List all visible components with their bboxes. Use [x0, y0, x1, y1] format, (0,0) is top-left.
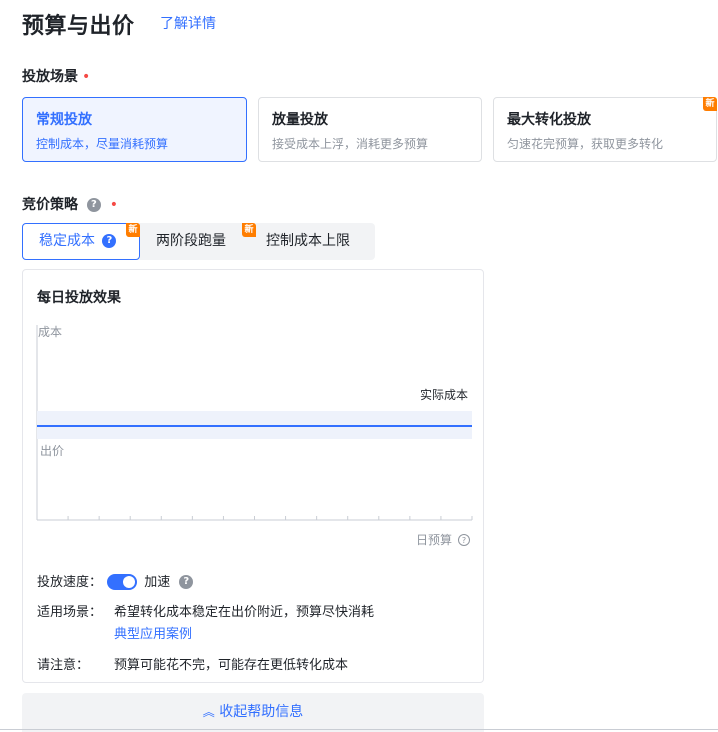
tab-label: 控制成本上限 [266, 233, 350, 249]
case-link[interactable]: 典型应用案例 [114, 623, 192, 642]
scene-card-title: 常规投放 [36, 112, 92, 128]
learn-more-link[interactable]: 了解详情 [160, 13, 216, 33]
tab-label: 两阶段跑量 [156, 233, 226, 249]
speed-row: 投放速度： 加速 ? [37, 571, 194, 590]
scene-card-desc: 匀速花完预算，获取更多转化 [507, 137, 664, 151]
chevron-double-up-icon: ︽ [202, 705, 215, 719]
speed-toggle[interactable] [107, 573, 138, 590]
required-mark: • [109, 197, 119, 213]
scene-card-desc: 接受成本上浮，消耗更多预算 [272, 137, 429, 151]
question-icon[interactable]: ? [86, 198, 101, 212]
notice-label: 请注意： [37, 658, 90, 673]
collapse-label: 收起帮助信息 [219, 704, 304, 720]
effect-chart: 成本 实际成本 出价 日预算 ? [36, 325, 473, 547]
question-icon[interactable]: ? [458, 534, 470, 546]
page-title: 预算与出价 [22, 14, 135, 39]
notice-text: 预算可能花不完，可能存在更低转化成本 [114, 658, 349, 673]
tab-label: 稳定成本 [39, 233, 95, 249]
new-badge: 新 [703, 97, 717, 111]
bottom-divider [0, 729, 718, 730]
new-badge: 新 [242, 223, 256, 237]
required-mark: • [82, 69, 91, 85]
scenario-text: 希望转化成本稳定在出价附近，预算尽快消耗 [114, 605, 375, 620]
scenario-label: 适用场景： [37, 605, 103, 620]
panel-title: 每日投放效果 [37, 290, 121, 306]
strategy-label: 竞价策略 ? • [22, 197, 119, 213]
scene-card-desc: 控制成本，尽量消耗预算 [36, 137, 169, 151]
tab-stable-cost[interactable]: 稳定成本 ? 新 [22, 223, 140, 260]
x-axis-ticks [36, 516, 473, 520]
tab-cost-cap[interactable]: 控制成本上限 [266, 223, 374, 260]
speed-value: 加速 [144, 575, 171, 590]
scene-card-volume[interactable]: 放量投放 接受成本上浮，消耗更多预算 [258, 97, 482, 162]
new-badge: 新 [126, 223, 140, 237]
question-icon[interactable]: ? [102, 234, 117, 248]
scene-label: 投放场景 • [22, 69, 91, 85]
tab-two-stage[interactable]: 两阶段跑量 新 [156, 223, 256, 260]
y-axis-label: 成本 [38, 325, 62, 339]
scene-card-regular[interactable]: 常规投放 控制成本，尽量消耗预算 [22, 97, 247, 162]
svg-text:?: ? [462, 536, 466, 545]
actual-cost-label: 实际成本 [420, 387, 468, 402]
scene-card-max-conversion[interactable]: 最大转化投放 匀速花完预算，获取更多转化 新 [493, 97, 717, 162]
speed-label: 投放速度： [37, 575, 103, 590]
strategy-tabs: 稳定成本 ? 新 两阶段跑量 新 控制成本上限 [22, 223, 375, 260]
collapse-help-button[interactable]: ︽ 收起帮助信息 [22, 693, 484, 732]
scene-card-title: 放量投放 [272, 112, 328, 128]
x-axis-label: 日预算 [416, 532, 452, 547]
scene-card-title: 最大转化投放 [507, 112, 591, 128]
bid-label: 出价 [40, 444, 64, 458]
question-icon[interactable]: ? [179, 574, 194, 589]
